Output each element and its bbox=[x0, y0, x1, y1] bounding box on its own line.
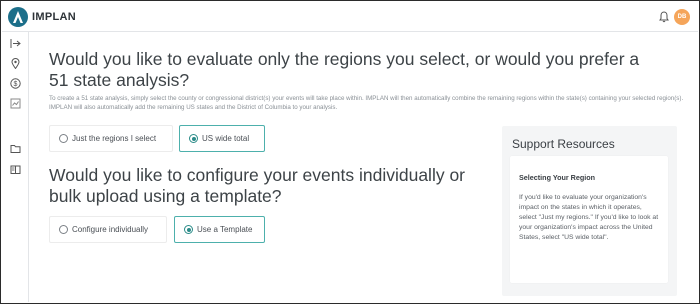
support-resources-panel: Support Resources Selecting Your Region … bbox=[502, 126, 677, 296]
chart-icon[interactable] bbox=[10, 98, 21, 109]
option-use-template[interactable]: Use a Template bbox=[174, 216, 265, 243]
location-pin-icon[interactable] bbox=[10, 58, 21, 69]
user-avatar[interactable]: DB bbox=[674, 9, 690, 25]
option-configure-individually[interactable]: Configure individually bbox=[49, 216, 167, 243]
svg-text:$: $ bbox=[14, 81, 18, 88]
radio-button-selected[interactable] bbox=[189, 134, 198, 143]
support-card-body: If you'd like to evaluate your organizat… bbox=[519, 194, 659, 241]
region-question-description: To create a 51 state analysis, simply se… bbox=[49, 95, 684, 111]
support-card-heading: Selecting Your Region bbox=[519, 173, 596, 182]
radio-button-selected[interactable] bbox=[184, 225, 193, 234]
notification-bell-icon[interactable] bbox=[658, 11, 670, 23]
radio-button[interactable] bbox=[59, 134, 68, 143]
option-label: Configure individually bbox=[72, 225, 149, 234]
region-question-title: Would you like to evaluate only the regi… bbox=[49, 49, 640, 90]
option-just-regions[interactable]: Just the regions I select bbox=[49, 125, 173, 152]
support-title: Support Resources bbox=[512, 137, 615, 151]
app-window: IMPLAN DB $ Would you like to evaluate o… bbox=[0, 0, 700, 304]
folder-icon[interactable] bbox=[10, 143, 21, 154]
left-nav-rail: $ bbox=[2, 32, 29, 302]
support-card: Selecting Your Region If you'd like to e… bbox=[510, 156, 668, 283]
option-label: Just the regions I select bbox=[72, 134, 157, 143]
expand-arrow-icon[interactable] bbox=[10, 38, 21, 49]
book-icon[interactable] bbox=[10, 164, 21, 175]
option-us-wide-total[interactable]: US wide total bbox=[179, 125, 265, 152]
dollar-icon[interactable]: $ bbox=[10, 78, 21, 89]
radio-button[interactable] bbox=[59, 225, 68, 234]
top-bar: IMPLAN DB bbox=[2, 2, 698, 32]
configure-question-title: Would you like to configure your events … bbox=[49, 165, 466, 206]
option-label: US wide total bbox=[202, 134, 250, 143]
brand-name: IMPLAN bbox=[32, 11, 76, 23]
implan-logo-icon[interactable] bbox=[8, 6, 28, 28]
option-label: Use a Template bbox=[197, 225, 253, 234]
